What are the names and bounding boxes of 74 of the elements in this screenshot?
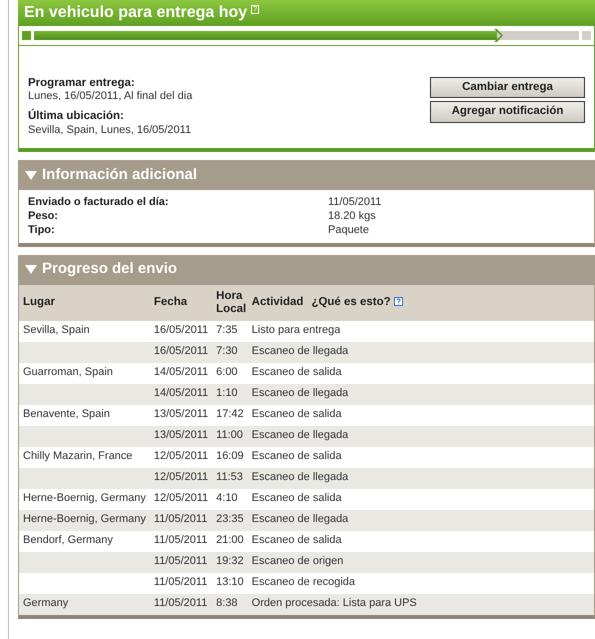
table-cell: 4:10 [212,488,248,510]
column-header: Lugar [19,284,150,320]
table-cell: 14/05/2011 [150,362,212,384]
table-cell: 12/05/2011 [150,488,212,510]
table-cell: 12/05/2011 [150,468,212,488]
action-button[interactable]: Cambiar entrega [430,77,585,98]
table-cell: 17:42 [212,404,248,426]
table-cell: Escaneo de salida [248,488,594,510]
table-cell: 11/05/2011 [150,594,212,614]
table-cell: Escaneo de origen [248,552,594,572]
column-header: Hora Local [212,284,248,320]
info-value: 11/05/2011 [328,196,382,210]
table-cell: Bendorf, Germany [23,534,113,546]
field-value: Lunes, 16/05/2011, Al final del dia [28,90,192,104]
table-cell: 6:00 [212,362,248,384]
table-cell: 16/05/2011 [150,320,212,342]
table-cell: Chilly Mazarin, France [23,450,132,462]
table-cell: 13/05/2011 [150,404,212,426]
table-cell: Escaneo de salida [248,530,594,552]
info-label: Peso: [28,210,59,224]
action-button[interactable]: Agregar notificación [430,101,585,122]
status-title: En vehiculo para entrega hoy [24,3,248,23]
table-cell: 1:10 [212,384,248,404]
table-cell: Herne-Boernig, Germany [23,513,146,526]
table-cell: Sevilla, Spain [23,324,90,336]
table-cell: Benavente, Spain [23,408,110,420]
table-cell: 11/05/2011 [150,510,212,530]
table-cell: Orden procesada: Lista para UPS [248,594,594,614]
table-cell: Escaneo de llegada [248,342,594,362]
table-cell: 16/05/2011 [150,342,212,362]
table-cell: 12/05/2011 [150,446,212,468]
help-icon[interactable] [394,297,403,306]
table-cell: 13:10 [212,572,248,594]
table-cell: 11/05/2011 [150,552,212,572]
section-title: Progreso del envio [42,260,178,279]
table-cell: 13/05/2011 [150,426,212,446]
table-cell: Listo para entrega [248,320,594,342]
help-link[interactable]: ¿Qué es esto? [311,296,391,308]
table-cell: 19:32 [212,552,248,572]
table-cell: Herne-Boernig, Germany [23,492,146,504]
table-cell: Escaneo de llegada [248,426,594,446]
table-cell: Escaneo de llegada [248,468,594,488]
table-cell: Escaneo de recogida [248,572,594,594]
table-cell: 23:35 [212,510,248,530]
table-cell: 21:00 [212,530,248,552]
field-label: Última ubicación: [28,109,125,124]
table-cell: Escaneo de salida [248,446,594,468]
chevron-icon [493,29,504,42]
column-header: Actividad [248,284,308,320]
field-value: Sevilla, Spain, Lunes, 16/05/2011 [28,124,192,138]
progress-start-marker [22,31,31,40]
table-cell: 11:00 [212,426,248,446]
table-cell: Escaneo de salida [248,362,594,384]
info-value: Paquete [328,224,370,238]
table-cell: 11/05/2011 [150,530,212,552]
table-cell: 11/05/2011 [150,572,212,594]
table-cell: 7:35 [212,320,248,342]
info-label: Enviado o facturado el día: [28,196,170,210]
table-cell: 8:38 [212,594,248,614]
section-title: Información adicional [42,166,198,185]
table-cell: Escaneo de llegada [248,384,594,404]
info-value: 18.20 kgs [328,210,377,224]
table-cell: Guarroman, Spain [23,366,113,378]
progress-end-marker [582,31,591,40]
info-label: Tipo: [28,224,56,238]
table-cell: Escaneo de salida [248,404,594,426]
table-cell: 16:09 [212,446,248,468]
table-cell: 7:30 [212,342,248,362]
table-cell: Escaneo de llegada [248,510,594,530]
column-header: Fecha [150,284,212,320]
field-label: Programar entrega: [28,76,136,90]
table-cell: 11:53 [212,468,248,488]
table-cell: 14/05/2011 [150,384,212,404]
table-cell: Germany [23,597,68,610]
